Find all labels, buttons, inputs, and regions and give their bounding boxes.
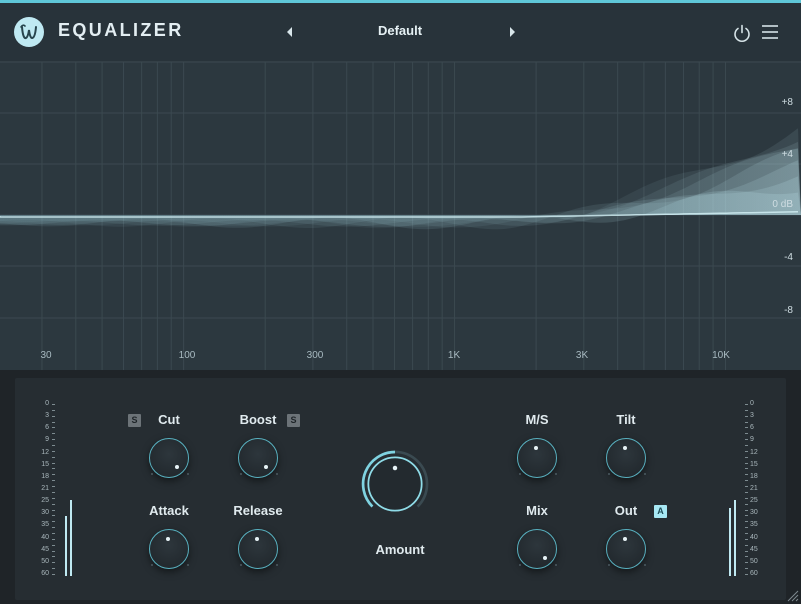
meter-scale-label: 9 <box>45 436 49 444</box>
ms-knob[interactable] <box>517 438 557 478</box>
db-label-minus4: -4 <box>784 252 793 263</box>
amount-knob[interactable] <box>355 444 435 524</box>
menu-button[interactable] <box>761 24 779 40</box>
meter-scale-label: 50 <box>750 557 758 565</box>
chevron-left-icon <box>287 27 292 37</box>
power-button[interactable] <box>732 23 752 43</box>
meter-scale-label: 25 <box>750 497 758 505</box>
hamburger-menu-icon <box>762 25 778 39</box>
meter-scale-label: 21 <box>41 485 49 492</box>
resize-handle-icon[interactable] <box>785 588 799 602</box>
boost-knob[interactable] <box>238 438 278 478</box>
output-level-meter: 0 3 6 9 12 15 18 21 25 30 35 40 45 50 60 <box>726 400 786 582</box>
eq-curve-display <box>0 62 801 370</box>
meter-scale-label: 6 <box>750 424 754 432</box>
controls-panel: 0 3 6 9 12 15 18 21 25 30 35 40 45 50 60 0 3 6 9 12 15 18 21 2… <box>15 378 786 600</box>
meter-scale-label: 0 <box>45 400 49 407</box>
meter-scale-label: 9 <box>750 436 754 444</box>
power-icon <box>734 24 750 42</box>
freq-label-10k: 10K <box>712 350 730 361</box>
previous-preset-button[interactable] <box>284 25 294 39</box>
header-bar: EQUALIZER Default <box>0 3 801 62</box>
meter-scale-label: 15 <box>750 460 758 468</box>
release-knob[interactable] <box>238 529 278 569</box>
meter-scale-label: 3 <box>750 412 754 420</box>
release-label: Release <box>233 503 283 518</box>
meter-scale-label: 3 <box>45 412 49 420</box>
meter-bar <box>734 500 736 576</box>
equalizer-plugin: EQUALIZER Default +8 +4 0 dB -4 -8 30 10… <box>0 0 801 604</box>
eq-graph[interactable]: +8 +4 0 dB -4 -8 30 100 300 1K 3K 10K <box>0 62 801 370</box>
tilt-label: Tilt <box>616 412 636 427</box>
preset-selector[interactable]: Default <box>340 23 460 38</box>
meter-scale-label: 40 <box>41 533 49 541</box>
db-label-0db: 0 dB <box>772 199 793 210</box>
meter-scale-label: 50 <box>41 557 49 565</box>
freq-label-3k: 3K <box>575 350 589 361</box>
meter-scale-label: 6 <box>45 424 49 432</box>
amount-label: Amount <box>375 542 425 557</box>
meter-scale-label: 60 <box>41 570 49 577</box>
out-auto-button[interactable]: A <box>654 505 667 518</box>
cut-label: Cut <box>158 412 180 427</box>
meter-scale-label: 35 <box>750 521 758 529</box>
mix-label: Mix <box>526 503 548 518</box>
meter-bar <box>729 508 731 576</box>
meter-scale-label: 30 <box>750 509 758 517</box>
boost-solo-button[interactable]: S <box>287 414 300 427</box>
controls-area: 0 3 6 9 12 15 18 21 25 30 35 40 45 50 60 0 3 6 9 12 15 18 21 2… <box>0 370 801 604</box>
meter-scale-label: 0 <box>750 400 754 407</box>
db-label-plus8: +8 <box>781 97 793 108</box>
ms-label: M/S <box>525 412 549 427</box>
chevron-right-icon <box>510 27 515 37</box>
meter-scale-label: 12 <box>41 448 49 456</box>
next-preset-button[interactable] <box>508 25 518 39</box>
attack-knob[interactable] <box>149 529 189 569</box>
meter-bar <box>65 516 67 576</box>
input-level-meter: 0 3 6 9 12 15 18 21 25 30 35 40 45 50 60 <box>35 400 95 582</box>
meter-scale-label: 60 <box>750 570 758 577</box>
attack-label: Attack <box>149 503 189 518</box>
out-knob[interactable] <box>606 529 646 569</box>
db-label-plus4: +4 <box>781 149 793 160</box>
tilt-knob[interactable] <box>606 438 646 478</box>
meter-scale-label: 25 <box>41 497 49 505</box>
meter-scale-label: 45 <box>750 545 758 553</box>
meter-scale-label: 18 <box>750 472 758 480</box>
mix-knob[interactable] <box>517 529 557 569</box>
meter-scale-label: 35 <box>41 521 49 529</box>
freq-label-300: 300 <box>306 350 324 361</box>
meter-scale-label: 12 <box>750 448 758 456</box>
meter-scale-label: 18 <box>41 472 49 480</box>
freq-label-1k: 1K <box>447 350 461 361</box>
meter-scale-label: 45 <box>41 545 49 553</box>
meter-scale-label: 40 <box>750 533 758 541</box>
meter-bar <box>70 500 72 576</box>
meter-scale-label: 30 <box>41 509 49 517</box>
freq-label-100: 100 <box>178 350 196 361</box>
freq-label-30: 30 <box>40 350 52 361</box>
brand-logo-icon <box>14 17 44 47</box>
plugin-title: EQUALIZER <box>58 20 184 40</box>
cut-knob[interactable] <box>149 438 189 478</box>
meter-scale-label: 15 <box>41 460 49 468</box>
db-label-minus8: -8 <box>784 305 793 316</box>
meter-scale-label: 21 <box>750 485 758 492</box>
